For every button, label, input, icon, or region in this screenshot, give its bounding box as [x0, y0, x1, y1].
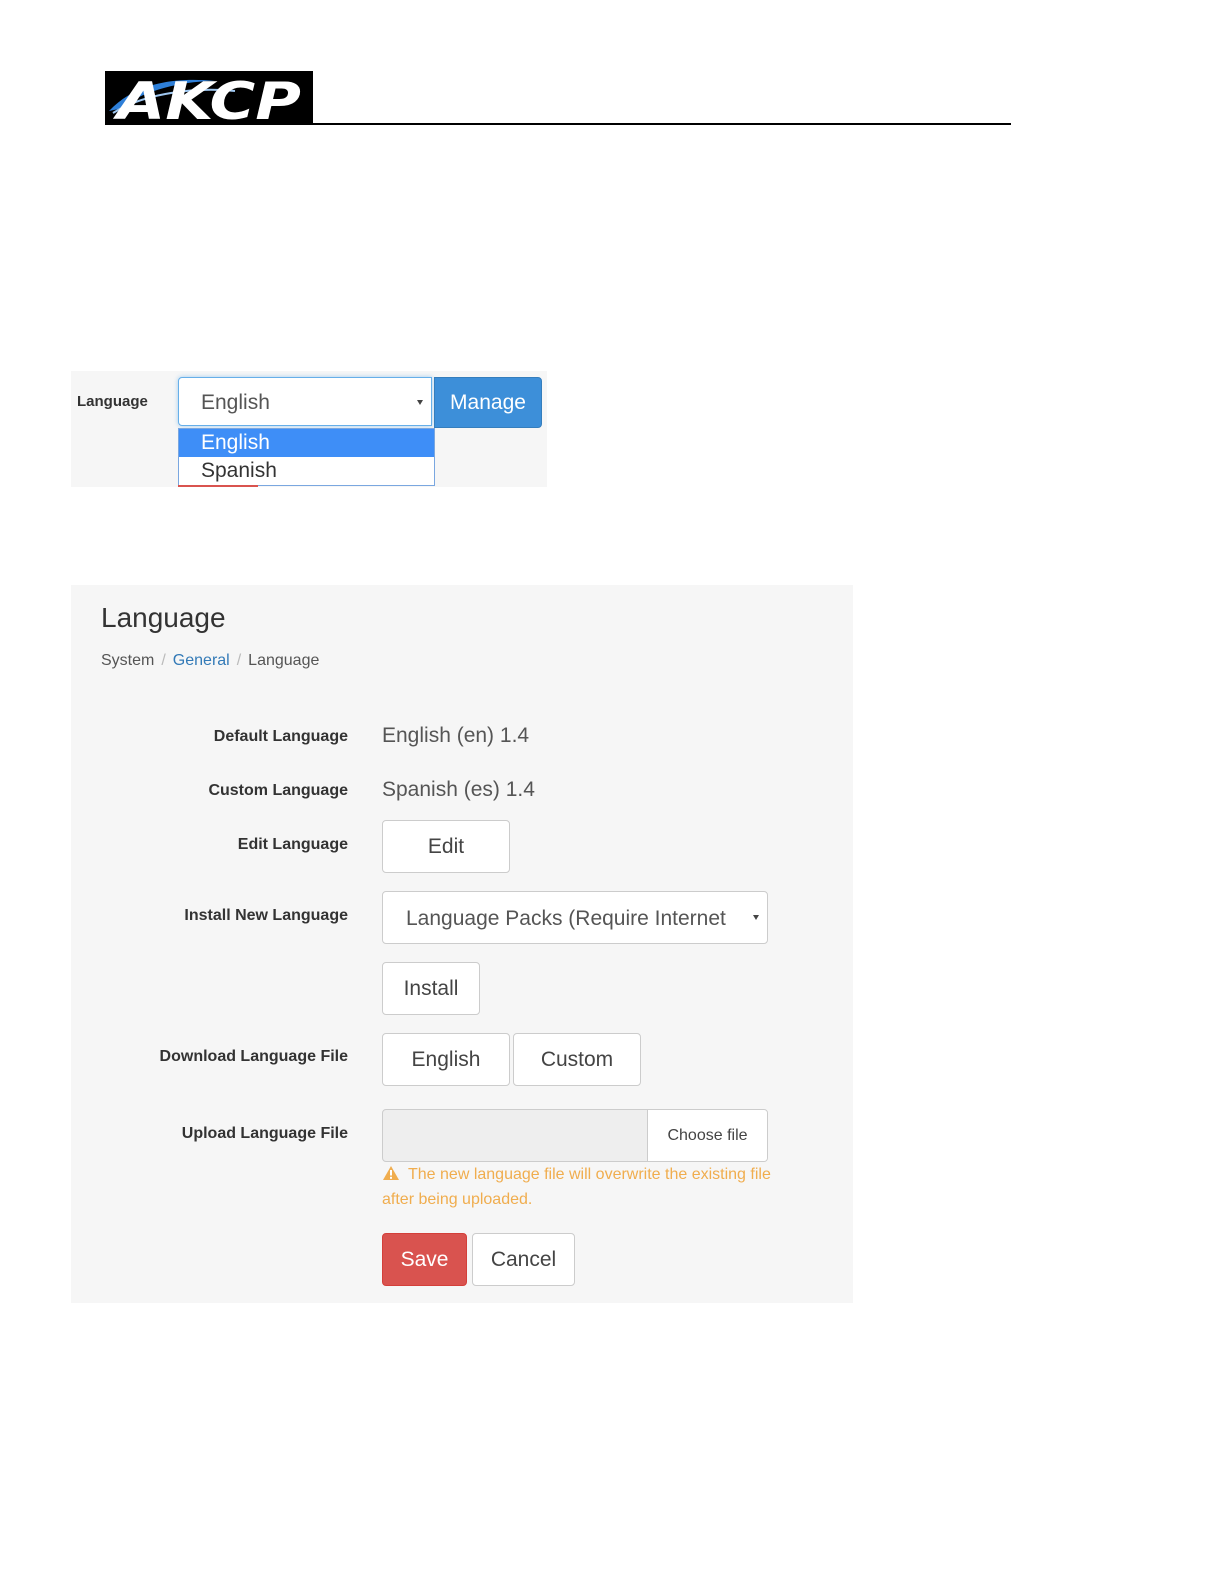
chevron-down-icon	[417, 400, 423, 405]
custom-language-value: Spanish (es) 1.4	[382, 778, 535, 801]
default-language-value: English (en) 1.4	[382, 724, 530, 747]
warning-icon	[382, 1165, 400, 1188]
breadcrumb-current: Language	[248, 652, 320, 669]
upload-warning-text: The new language file will overwrite the…	[382, 1166, 771, 1208]
svg-text:AKCP: AKCP	[112, 72, 301, 125]
upload-file-input[interactable]: Choose file	[382, 1109, 768, 1162]
breadcrumb-general-link[interactable]: General	[173, 652, 230, 669]
language-option-english[interactable]: English	[179, 429, 434, 457]
save-button[interactable]: Save	[382, 1233, 467, 1286]
download-custom-button[interactable]: Custom	[513, 1033, 641, 1086]
language-select[interactable]: English	[178, 377, 432, 426]
download-language-file-label: Download Language File	[159, 1048, 348, 1065]
manage-button[interactable]: Manage	[434, 377, 542, 428]
edit-button[interactable]: Edit	[382, 820, 510, 873]
language-option-spanish[interactable]: Spanish	[179, 457, 434, 485]
upload-language-file-label: Upload Language File	[181, 1125, 348, 1142]
breadcrumb-separator: /	[236, 652, 242, 669]
download-english-button[interactable]: English	[382, 1033, 510, 1086]
language-select-value: English	[201, 391, 270, 414]
language-settings-panel: Language System / General / Language Default…	[71, 585, 853, 1303]
default-language-label: Default Language	[213, 728, 348, 745]
cancel-button[interactable]: Cancel	[472, 1233, 575, 1286]
edit-language-label: Edit Language	[237, 836, 348, 853]
language-pack-select[interactable]: Language Packs (Require Internet	[382, 891, 768, 944]
page-title: Language	[101, 602, 226, 633]
breadcrumb: System / General / Language	[101, 652, 319, 670]
install-button[interactable]: Install	[382, 962, 480, 1015]
breadcrumb-separator: /	[161, 652, 166, 669]
language-pack-select-value: Language Packs (Require Internet	[406, 907, 726, 930]
breadcrumb-system[interactable]: System	[101, 652, 154, 669]
install-new-language-label: Install New Language	[184, 907, 348, 924]
language-options-list: English Spanish	[178, 428, 435, 486]
upload-warning: The new language file will overwrite the…	[382, 1163, 772, 1211]
choose-file-button[interactable]: Choose file	[647, 1110, 767, 1161]
custom-language-label: Custom Language	[208, 782, 348, 799]
chevron-down-icon	[753, 915, 759, 920]
language-dropdown-snippet: Language English Manage English Spanish	[71, 371, 547, 487]
language-label: Language	[77, 393, 148, 410]
validation-underline	[178, 485, 258, 487]
header-divider	[105, 123, 1011, 125]
akcp-logo: AKCP	[105, 71, 313, 125]
